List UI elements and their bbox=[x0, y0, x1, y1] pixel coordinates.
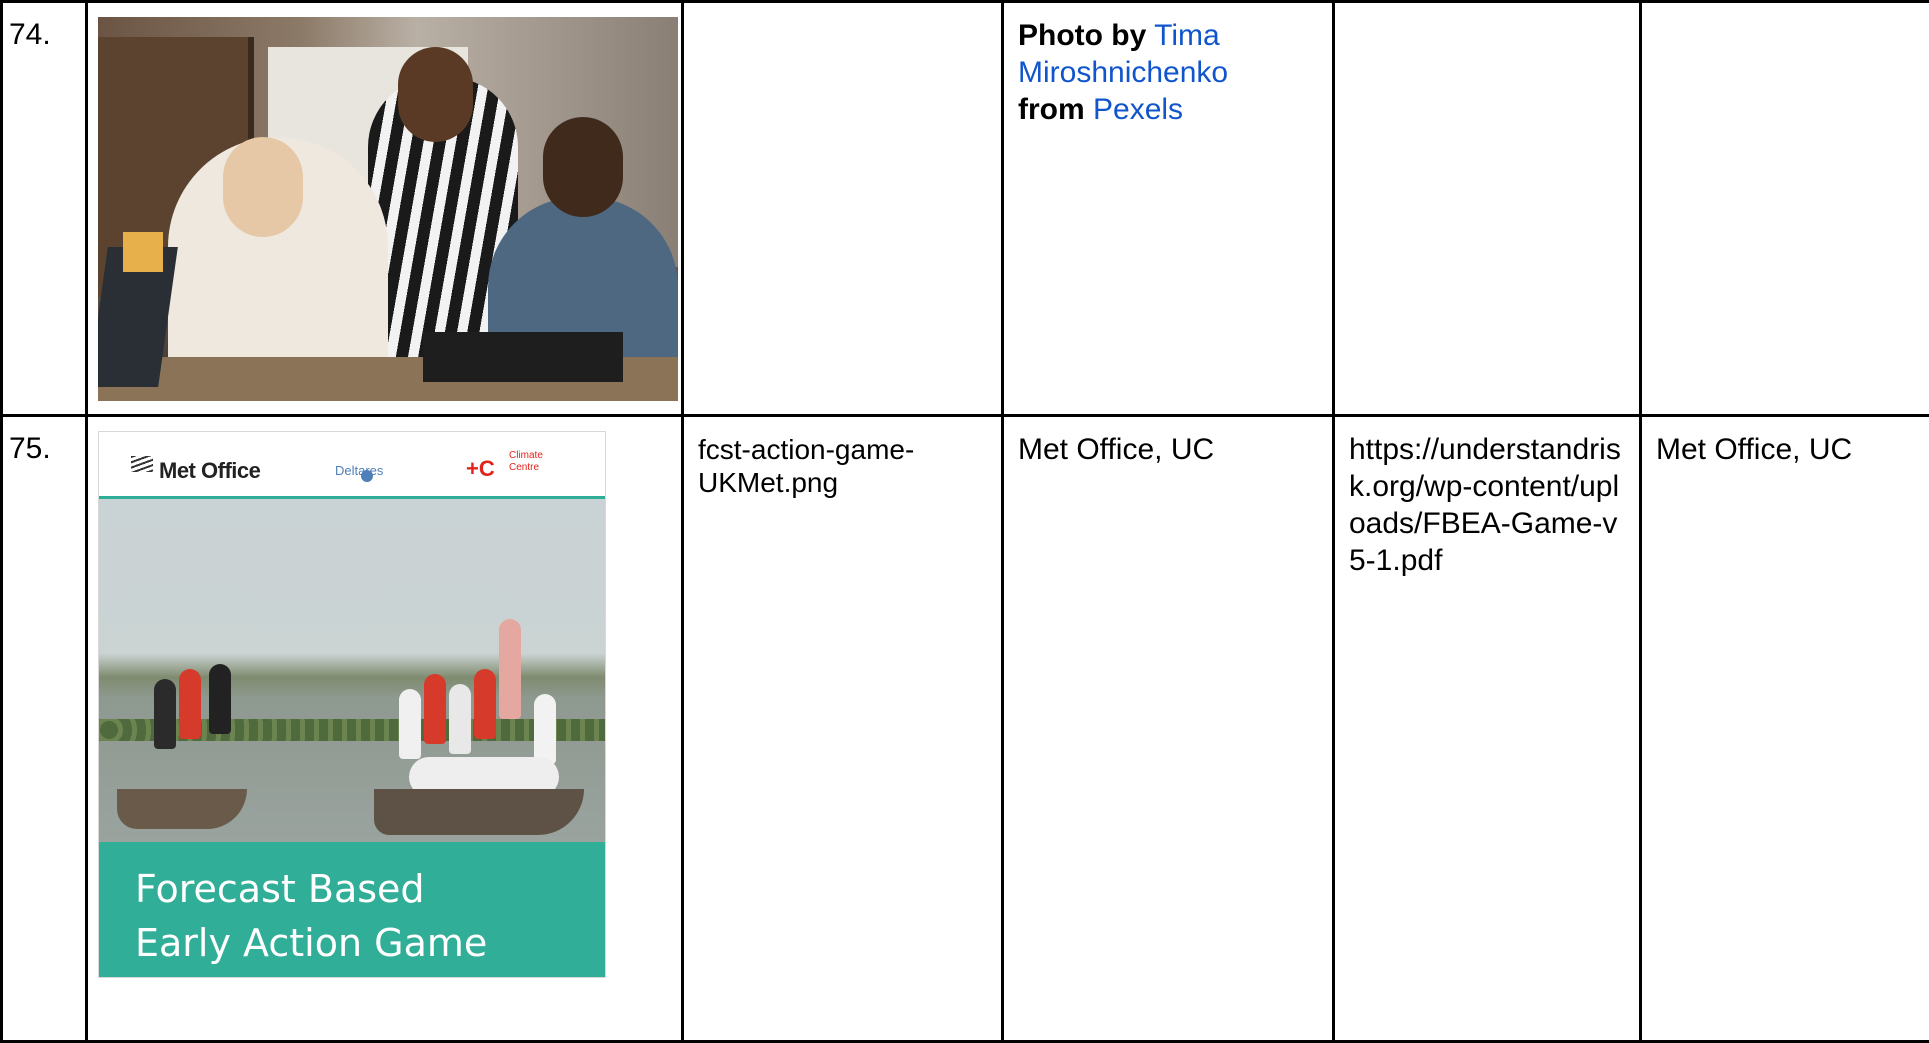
image-cell bbox=[87, 2, 683, 416]
filename-cell: fcst-action-game-UKMet.png bbox=[683, 416, 1003, 1042]
row-number-cell: 75. bbox=[2, 416, 87, 1042]
logo-bar: Met Office Deltares +C Climate Centre bbox=[99, 432, 605, 499]
table-row: 74. Photo by Tima Mi bbox=[2, 2, 1929, 416]
row-number: 75. bbox=[9, 432, 51, 465]
credit-cell: Met Office, UC bbox=[1003, 416, 1334, 1042]
credit-cell: Photo by Tima Miroshnichenko from Pexels bbox=[1003, 2, 1334, 416]
from-label: from bbox=[1018, 93, 1085, 126]
url-text[interactable]: https://understandrisk.org/wp-content/up… bbox=[1349, 433, 1621, 577]
deltares-mark-icon bbox=[361, 470, 373, 482]
source-link[interactable]: Pexels bbox=[1093, 93, 1183, 126]
asset-table: 74. Photo by Tima Mi bbox=[0, 0, 1929, 1043]
filename: fcst-action-game-UKMet.png bbox=[698, 434, 914, 498]
license-cell: Met Office, UC bbox=[1641, 416, 1929, 1042]
cover-title-banner: Forecast Based Early Action Game bbox=[99, 842, 605, 977]
team-photo bbox=[98, 17, 678, 401]
cover-title-line-1: Forecast Based bbox=[135, 862, 487, 916]
photo-by-label: Photo by bbox=[1018, 19, 1146, 52]
license-text: Met Office, UC bbox=[1656, 433, 1852, 466]
climate-centre-logo: Climate Centre bbox=[509, 450, 559, 474]
image-cell: Met Office Deltares +C Climate Centre bbox=[87, 416, 683, 1042]
flood-boats-photo bbox=[99, 499, 605, 842]
row-number: 74. bbox=[9, 18, 51, 51]
credit-text: Met Office, UC bbox=[1018, 433, 1214, 466]
deltares-logo: Deltares bbox=[335, 452, 383, 489]
url-cell: https://understandrisk.org/wp-content/up… bbox=[1334, 416, 1641, 1042]
url-cell bbox=[1334, 2, 1641, 416]
row-number-cell: 74. bbox=[2, 2, 87, 416]
report-cover-image: Met Office Deltares +C Climate Centre bbox=[98, 431, 606, 978]
filename-cell bbox=[683, 2, 1003, 416]
red-cross-logo: +C bbox=[466, 450, 495, 487]
met-office-logo: Met Office bbox=[159, 452, 260, 489]
table-row: 75. Met Office Deltares +C Climate Centr… bbox=[2, 416, 1929, 1042]
met-office-logo-icon bbox=[131, 456, 153, 472]
license-cell bbox=[1641, 2, 1929, 416]
cover-title-line-2: Early Action Game bbox=[135, 916, 487, 970]
